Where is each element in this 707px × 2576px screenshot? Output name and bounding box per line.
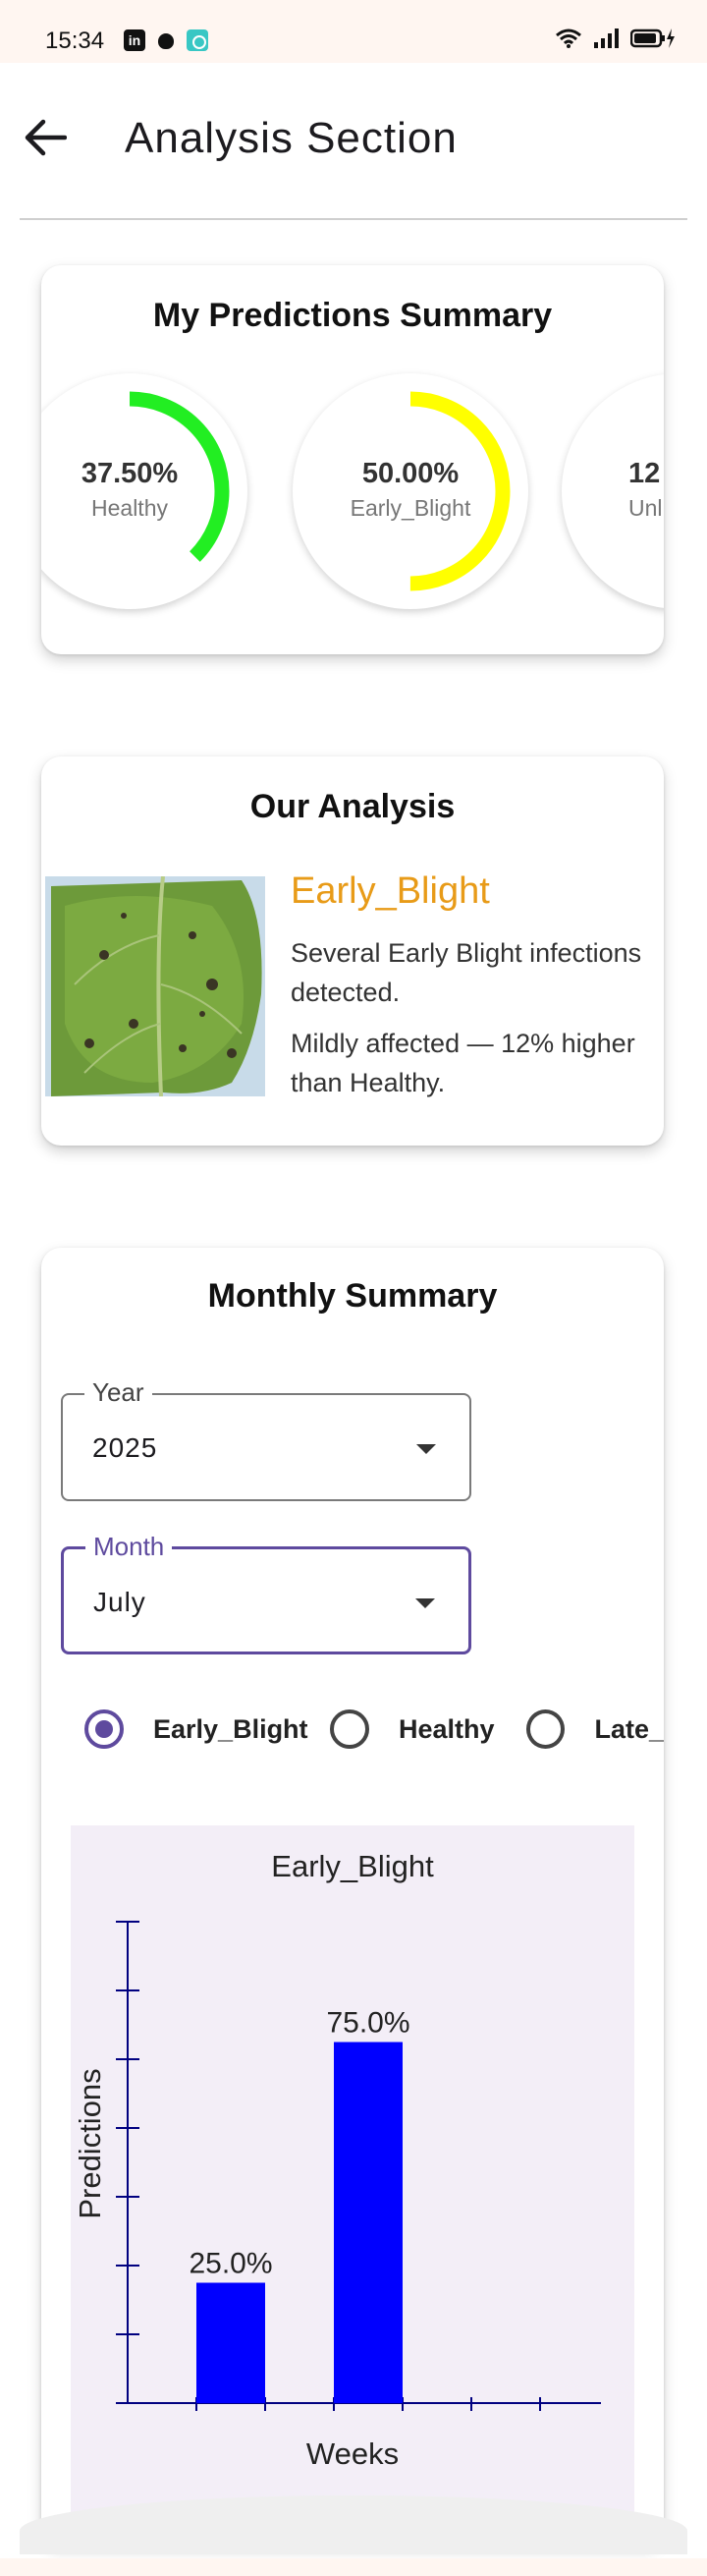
radio-healthy-label: Healthy — [399, 1713, 495, 1744]
analysis-description: Several Early Blight infections detected… — [291, 938, 642, 1007]
predictions-summary-card: My Predictions Summary 37.50% Healthy 50… — [41, 265, 664, 654]
gauge-unhealthy-label: Unl — [628, 495, 663, 521]
app-icon — [187, 29, 208, 51]
linkedin-icon: in — [124, 29, 145, 51]
weekly-bar-chart: Early_Blight 25.0% 75.0% Weeks Prediction… — [71, 1825, 634, 2545]
leaf-image-drawing — [45, 876, 265, 1096]
arrow-left-icon — [25, 119, 67, 156]
chart-y-label: Predictions — [73, 2068, 107, 2218]
chart-x-label: Weeks — [306, 2436, 399, 2471]
category-radio-group: Early_Blight Healthy Late_ — [84, 1709, 664, 1759]
bug-icon — [155, 29, 177, 51]
radio-early-blight-label: Early_Blight — [153, 1713, 308, 1744]
radio-early-blight[interactable]: Early_Blight — [84, 1709, 308, 1749]
leaf-image — [45, 876, 265, 1096]
our-analysis-card: Our Analysis Early_Blight Several Early … — [41, 756, 664, 1146]
chart-bar-value-label: 75.0% — [326, 2007, 409, 2040]
status-icons-right — [556, 28, 676, 49]
status-icons-left: in — [124, 29, 208, 51]
dropdown-arrow-icon — [415, 1598, 435, 1608]
gauge-healthy: 37.50% Healthy — [41, 373, 247, 609]
year-dropdown-value: 2025 — [92, 1432, 158, 1463]
month-dropdown-label: Month — [85, 1532, 173, 1562]
month-dropdown[interactable]: Month July — [61, 1532, 471, 1654]
weekly-bar-chart-svg: Early_Blight 25.0% 75.0% Weeks Prediction… — [73, 1849, 601, 2471]
monthly-summary-title: Monthly Summary — [207, 1277, 498, 1315]
predictions-summary-title: My Predictions Summary — [152, 297, 553, 334]
wifi-icon — [556, 28, 581, 48]
radio-unselected-icon — [526, 1709, 566, 1749]
predictions-gauges[interactable]: 37.50% Healthy 50.00% Early_Blight 12 Un… — [41, 373, 664, 629]
dropdown-arrow-icon — [416, 1444, 436, 1454]
page-title: Analysis Section — [125, 114, 458, 162]
chart-bar-value-label: 25.0% — [189, 2248, 272, 2280]
radio-unselected-icon — [330, 1709, 369, 1749]
month-dropdown-value: July — [93, 1587, 146, 1617]
analysis-comparison: Mildly affected — 12% higher than Health… — [291, 1029, 635, 1097]
status-bar: 15:34 in — [0, 0, 707, 63]
gauge-unhealthy: 12 Unl — [562, 373, 664, 609]
monthly-summary-card: Monthly Summary Year 2025 Month July Ear… — [41, 1248, 664, 2545]
year-dropdown-label: Year — [84, 1377, 152, 1408]
gauge-early-blight-arc-svg — [310, 391, 511, 591]
navigation-bar-area — [0, 2558, 707, 2576]
chart-bar — [196, 2282, 265, 2403]
gauge-healthy-arc-svg — [41, 391, 230, 591]
gauge-healthy-label: Healthy — [91, 495, 168, 521]
battery-charging-icon — [630, 28, 675, 48]
chart-bar — [334, 2042, 403, 2403]
radio-selected-icon — [84, 1709, 124, 1749]
our-analysis-title: Our Analysis — [249, 788, 456, 825]
back-button[interactable] — [18, 110, 73, 165]
app-bar-divider — [20, 218, 687, 220]
gauge-healthy-percent: 37.50% — [81, 458, 179, 489]
gauge-early-blight-arc — [310, 391, 511, 591]
chart-title: Early_Blight — [271, 1849, 434, 1883]
radio-healthy[interactable]: Healthy — [330, 1709, 495, 1749]
gauge-healthy-arc — [41, 391, 230, 591]
signal-icon — [594, 28, 619, 48]
gauge-unhealthy-percent: 12 — [628, 458, 661, 489]
analysis-disease-name: Early_Blight — [291, 870, 490, 912]
gauge-early-blight: 50.00% Early_Blight — [293, 373, 528, 609]
year-dropdown[interactable]: Year 2025 — [61, 1377, 471, 1501]
gauge-early-blight-label: Early_Blight — [350, 495, 471, 521]
radio-late-blight-label: Late_ — [594, 1713, 664, 1744]
radio-late-blight[interactable]: Late_ — [526, 1709, 664, 1749]
gauge-early-blight-percent: 50.00% — [361, 458, 460, 489]
status-time: 15:34 — [45, 28, 105, 54]
